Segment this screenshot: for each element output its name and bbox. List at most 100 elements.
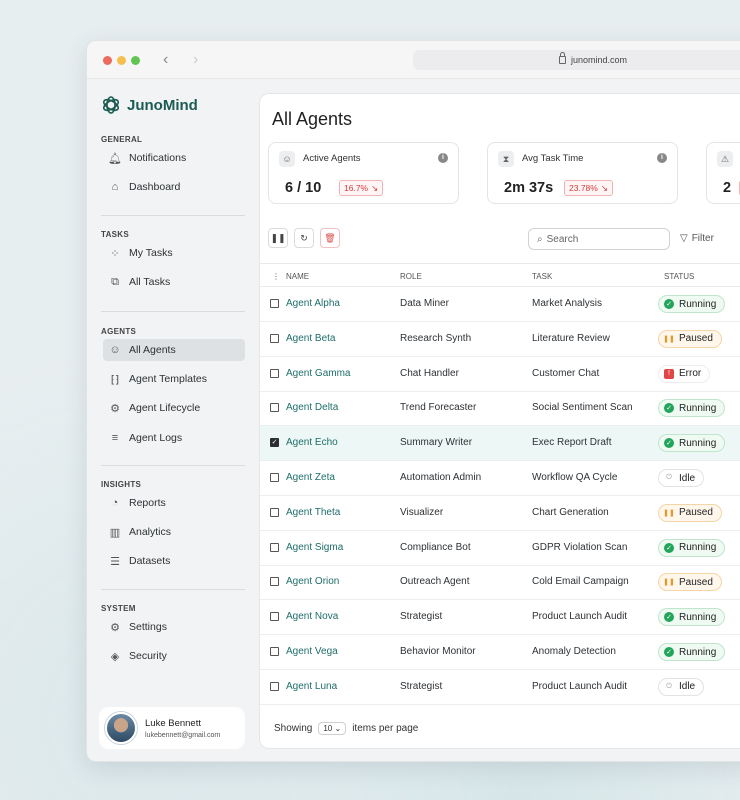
trend-down-icon: ↘ (371, 182, 379, 193)
table-row[interactable]: Agent Luna Strategist Product Launch Audit… (260, 670, 740, 705)
row-checkbox[interactable] (270, 612, 279, 622)
table-row[interactable]: Agent Beta Research Synth Literature Revie… (260, 322, 740, 357)
sidebar-item-notifications[interactable]: 🔔︎ Notifications (103, 147, 245, 169)
agent-role: Behavior Monitor (400, 646, 476, 657)
row-checkbox[interactable] (270, 507, 279, 517)
search-input[interactable]: ⌕ Search (528, 228, 670, 250)
restart-button[interactable]: ↻ (294, 228, 314, 248)
robot-icon: ☺ (279, 151, 295, 167)
pause-button[interactable]: ❚❚ (268, 228, 288, 248)
forward-icon[interactable]: › (193, 51, 198, 69)
avatar (105, 712, 137, 744)
info-icon[interactable]: i (438, 153, 448, 163)
agent-name-link[interactable]: Agent Theta (286, 507, 340, 518)
stat-card-active-agents: ☺ Active Agents i 6 / 10 16.7% ↘ (268, 142, 459, 204)
main-panel: All Agents ☺ Active Agents i 6 / 10 16.7… (259, 93, 740, 749)
agent-name-link[interactable]: Agent Nova (286, 611, 338, 622)
user-profile[interactable]: Luke Bennett lukebennett@gmail.com (99, 707, 245, 749)
header-role[interactable]: ROLE (400, 272, 422, 281)
address-bar[interactable]: junomind.com (413, 50, 740, 70)
agent-name-link[interactable]: Agent Echo (286, 437, 338, 448)
table-row[interactable]: Agent Gamma Chat Handler Customer Chat! Err… (260, 357, 740, 392)
status-badge: ✓ Running (658, 399, 726, 418)
agent-role: Chat Handler (400, 367, 459, 379)
sidebar-item-agent-logs[interactable]: ≡ Agent Logs (103, 427, 245, 449)
close-window-button[interactable] (103, 56, 112, 65)
table-row[interactable]: Agent Alpha Data Miner Market Analysis ✓ Run… (260, 287, 740, 322)
restart-icon: ↻ (300, 232, 308, 243)
minimize-window-button[interactable] (117, 56, 126, 65)
row-checkbox[interactable] (270, 403, 279, 413)
status-label: Idle (679, 472, 696, 484)
sidebar-item-dashboard[interactable]: ⌂ Dashboard (103, 176, 245, 198)
status-label: Running (679, 437, 717, 449)
sidebar-item-analytics[interactable]: ▥ Analytics (103, 521, 245, 543)
column-menu-icon[interactable]: ⋮ (272, 272, 280, 281)
pause-icon: ❚❚ (270, 232, 286, 243)
section-system: SYSTEM (101, 604, 136, 613)
delete-button[interactable]: 🗑︎ (320, 228, 340, 248)
table-row[interactable]: Agent Theta Visualizer Chart Generation ❚❚ P… (260, 496, 740, 531)
pause-icon: ❚❚ (663, 335, 675, 343)
table-row[interactable]: Agent Orion Outreach Agent Cold Email Camp… (260, 565, 740, 601)
header-status[interactable]: STATUS (664, 272, 694, 281)
section-agents: AGENTS (101, 327, 137, 336)
sidebar-item-security[interactable]: ◈ Security (103, 645, 245, 667)
agent-name-link[interactable]: Agent Alpha (286, 298, 340, 309)
row-checkbox[interactable] (270, 368, 279, 378)
info-icon[interactable]: i (657, 153, 667, 163)
agent-task: Customer Chat (532, 367, 600, 379)
agent-name-link[interactable]: Agent Vega (286, 646, 338, 657)
brand-logo[interactable]: JunoMind (101, 95, 198, 115)
change-badge: 16.7% ↘ (339, 180, 384, 196)
table-row[interactable]: Agent Sigma Compliance Bot GDPR Violation … (260, 531, 740, 566)
maximize-window-button[interactable] (131, 56, 140, 65)
table-row[interactable]: Agent Vega Behavior Monitor Anomaly Detect… (260, 635, 740, 670)
table-row[interactable]: Agent Nova Strategist Product Launch Audit… (260, 600, 740, 636)
agent-task: GDPR Violation Scan (532, 541, 628, 553)
sidebar-item-datasets[interactable]: ☰ Datasets (103, 550, 245, 572)
back-icon[interactable]: ‹ (163, 51, 168, 69)
sidebar-item-reports[interactable]: ◔ Reports (103, 492, 245, 514)
agent-name-link[interactable]: Agent Luna (286, 681, 337, 692)
sidebar-item-agent-lifecycle[interactable]: ⚙ Agent Lifecycle (103, 397, 245, 419)
status-badge: ✓ Running (658, 434, 726, 453)
agent-name-link[interactable]: Agent Zeta (286, 472, 335, 483)
stat-card-errors: ⚠ E 2 (706, 142, 740, 204)
table-row[interactable]: ✓ Agent Echo Summary Writer Exec Report Dra… (260, 426, 740, 462)
row-checkbox[interactable] (270, 681, 279, 691)
card-value: 2m 37s (504, 180, 554, 196)
check-circle-icon: ✓ (664, 438, 674, 449)
header-task[interactable]: TASK (532, 272, 552, 281)
agent-name-link[interactable]: Agent Delta (286, 402, 338, 413)
agent-name-link[interactable]: Agent Orion (286, 576, 339, 587)
row-checkbox[interactable] (270, 542, 279, 552)
sidebar-item-label: Notifications (129, 152, 187, 164)
agent-name-link[interactable]: Agent Gamma (286, 368, 350, 379)
sidebar-item-settings[interactable]: ⚙ Settings (103, 616, 245, 638)
agent-name-link[interactable]: Agent Beta (286, 333, 335, 344)
row-checkbox[interactable] (270, 647, 279, 656)
sidebar-item-my-tasks[interactable]: ⁘ My Tasks (103, 242, 245, 264)
grid-icon: ⁘ (110, 247, 120, 260)
chevron-down-icon: ⌄ (334, 724, 342, 733)
sidebar-item-all-tasks[interactable]: ⧉ All Tasks (103, 271, 245, 293)
sidebar-item-label: Security (129, 650, 167, 662)
row-checkbox[interactable] (270, 473, 279, 482)
row-checkbox[interactable] (270, 299, 279, 308)
card-label: Active Agents (303, 153, 361, 164)
header-name[interactable]: NAME (286, 272, 309, 281)
agent-role: Data Miner (400, 298, 449, 309)
per-page-select[interactable]: 10 ⌄ (318, 722, 347, 735)
row-checkbox[interactable]: ✓ (270, 438, 279, 448)
filter-button[interactable]: ▽ Filter (680, 233, 714, 244)
table-row[interactable]: Agent Zeta Automation Admin Workflow QA Cy… (260, 461, 740, 496)
sidebar-item-agent-templates[interactable]: ⁅⁆ Agent Templates (103, 368, 245, 390)
row-checkbox[interactable] (270, 333, 279, 343)
table-row[interactable]: Agent Delta Trend Forecaster Social Sentim… (260, 391, 740, 427)
agent-role: Strategist (400, 680, 443, 692)
change-value: 23.78% (569, 183, 598, 193)
sidebar-item-all-agents[interactable]: ☺ All Agents (103, 339, 245, 361)
row-checkbox[interactable] (270, 577, 279, 587)
agent-name-link[interactable]: Agent Sigma (286, 542, 343, 553)
